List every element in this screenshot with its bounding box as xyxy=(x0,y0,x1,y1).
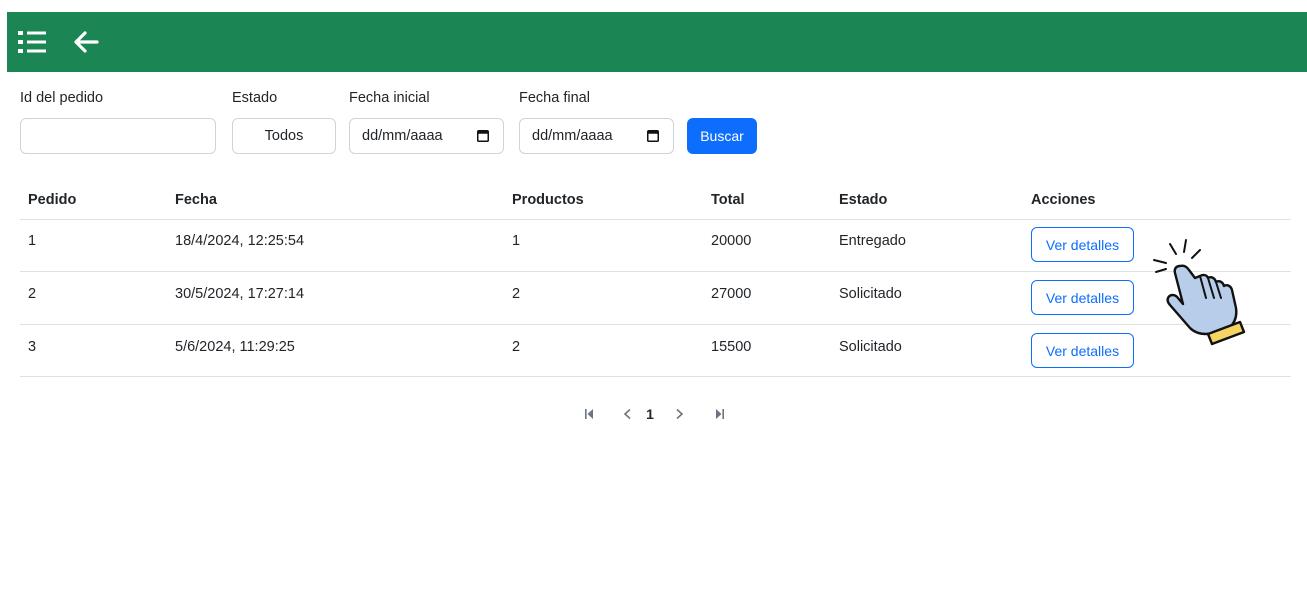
id-pedido-input[interactable] xyxy=(20,118,216,154)
table-divider xyxy=(20,271,1291,272)
fecha-final-input[interactable]: dd/mm/aaaa xyxy=(519,118,674,154)
calendar-icon[interactable] xyxy=(647,130,659,146)
cell-productos: 2 xyxy=(512,286,521,302)
ver-detalles-button[interactable]: Ver detalles xyxy=(1031,227,1134,262)
column-header-productos: Productos xyxy=(512,192,584,208)
next-page-icon[interactable] xyxy=(673,404,687,424)
cell-estado: Solicitado xyxy=(839,339,902,355)
cell-total: 20000 xyxy=(711,233,752,249)
buscar-button[interactable]: Buscar xyxy=(687,118,757,154)
last-page-icon[interactable] xyxy=(713,404,727,424)
table-divider xyxy=(20,376,1291,377)
fecha-inicial-input[interactable]: dd/mm/aaaa xyxy=(349,118,504,154)
cell-total: 15500 xyxy=(711,339,752,355)
page-number-current[interactable]: 1 xyxy=(643,404,657,424)
cell-fecha: 5/6/2024, 11:29:25 xyxy=(175,339,295,355)
fecha-final-label: Fecha final xyxy=(519,90,590,106)
column-header-pedido: Pedido xyxy=(28,192,77,208)
estado-label: Estado xyxy=(232,90,278,106)
top-header-bar xyxy=(7,12,1307,72)
table-divider xyxy=(20,219,1291,220)
column-header-acciones: Acciones xyxy=(1031,192,1096,208)
fecha-inicial-value: dd/mm/aaaa xyxy=(362,128,443,144)
fecha-inicial-label: Fecha inicial xyxy=(349,90,430,106)
column-header-total: Total xyxy=(711,192,745,208)
cell-productos: 2 xyxy=(512,339,521,355)
ver-detalles-button[interactable]: Ver detalles xyxy=(1031,333,1134,368)
estado-select[interactable]: Todos xyxy=(232,118,336,154)
fecha-final-value: dd/mm/aaaa xyxy=(532,128,613,144)
cell-fecha: 18/4/2024, 12:25:54 xyxy=(175,233,305,249)
cell-estado: Entregado xyxy=(839,233,906,249)
prev-page-icon[interactable] xyxy=(620,404,634,424)
cell-fecha: 30/5/2024, 17:27:14 xyxy=(175,286,305,302)
cell-pedido: 1 xyxy=(28,233,37,249)
arrow-left-icon[interactable] xyxy=(69,26,103,58)
calendar-icon[interactable] xyxy=(477,130,489,146)
first-page-icon[interactable] xyxy=(582,404,596,424)
table-divider xyxy=(20,324,1291,325)
id-pedido-label: Id del pedido xyxy=(20,90,104,106)
estado-select-value: Todos xyxy=(264,128,304,144)
column-header-estado: Estado xyxy=(839,192,888,208)
list-icon[interactable] xyxy=(15,26,49,58)
cell-pedido: 3 xyxy=(28,339,37,355)
cell-estado: Solicitado xyxy=(839,286,902,302)
cell-total: 27000 xyxy=(711,286,752,302)
tap-hand-icon xyxy=(1150,236,1250,351)
ver-detalles-button[interactable]: Ver detalles xyxy=(1031,280,1134,315)
column-header-fecha: Fecha xyxy=(175,192,217,208)
cell-productos: 1 xyxy=(512,233,521,249)
cell-pedido: 2 xyxy=(28,286,37,302)
